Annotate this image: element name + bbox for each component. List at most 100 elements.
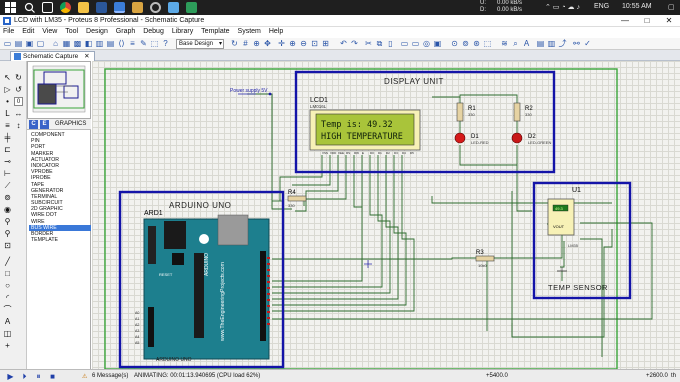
block-rotate-icon[interactable]: ◎ — [422, 39, 431, 48]
resistor-r2[interactable] — [513, 102, 521, 122]
arduino-board[interactable]: ARDUINO www.TheEngineeringProjects.com R… — [135, 214, 270, 363]
generator-icon[interactable]: ◉ — [3, 205, 12, 214]
pcb-icon[interactable]: ▩ — [73, 39, 82, 48]
copy-icon[interactable]: ⧉ — [375, 39, 384, 48]
menu-tool[interactable]: Tool — [62, 27, 81, 36]
tape-recorder-icon[interactable]: ⊚ — [3, 193, 12, 202]
zoom-area-icon[interactable]: ⊞ — [321, 39, 330, 48]
led-d2-green[interactable] — [511, 132, 523, 144]
mirror-x-icon[interactable]: ↔ — [14, 109, 23, 118]
resistor-r3[interactable] — [475, 255, 495, 262]
menu-library[interactable]: Library — [169, 27, 196, 36]
rotate-cw-icon[interactable]: ↻ — [14, 73, 23, 82]
search-tag-icon[interactable]: ⌕ — [511, 39, 520, 48]
rotate-ccw-icon[interactable]: ↺ — [14, 85, 23, 94]
tab-schematic-capture[interactable]: Schematic Capture ✕ — [10, 51, 95, 61]
menu-file[interactable]: File — [0, 27, 17, 36]
settings-icon[interactable] — [150, 2, 161, 13]
close-tab-icon[interactable]: ✕ — [84, 53, 89, 60]
proteus-icon[interactable] — [114, 2, 125, 13]
rotation-angle-field[interactable]: 0 — [14, 97, 23, 106]
edit-button[interactable]: E — [40, 120, 49, 129]
circle-icon[interactable]: ○ — [3, 281, 12, 290]
gerber-icon[interactable]: ▥ — [95, 39, 104, 48]
windows-start-icon[interactable] — [5, 2, 16, 13]
wire-label-icon[interactable]: L — [3, 109, 12, 118]
symbol-icon[interactable]: ◫ — [3, 329, 12, 338]
cut-icon[interactable]: ✂ — [364, 39, 373, 48]
search-icon[interactable] — [24, 2, 35, 13]
clock[interactable]: 10:55 AM — [622, 3, 652, 10]
subcircuit-icon[interactable]: ⊏ — [3, 145, 12, 154]
origin-icon[interactable]: ⊕ — [252, 39, 261, 48]
menu-template[interactable]: Template — [198, 27, 232, 36]
exit-parent-icon[interactable]: ⤴ — [558, 39, 567, 48]
resistor-r4[interactable] — [287, 195, 307, 202]
menu-edit[interactable]: Edit — [19, 27, 37, 36]
stop-icon[interactable]: ■ — [48, 372, 57, 381]
block-delete-icon[interactable]: ▣ — [433, 39, 442, 48]
pick-device-icon[interactable]: ⊙ — [450, 39, 459, 48]
pause-icon[interactable]: ⏸ — [34, 372, 43, 381]
block-copy-icon[interactable]: ▭ — [400, 39, 409, 48]
junction-dot-icon[interactable]: • — [3, 97, 12, 106]
step-icon[interactable]: ⏵ — [20, 372, 29, 381]
menu-graph[interactable]: Graph — [113, 27, 138, 36]
mirror-y-icon[interactable]: ↕ — [14, 121, 23, 130]
library-icon[interactable]: ⬚ — [150, 39, 159, 48]
voltage-probe-icon[interactable]: ⚲ — [3, 217, 12, 226]
report-icon[interactable]: ≡ — [128, 39, 137, 48]
save-icon[interactable]: ▣ — [25, 39, 34, 48]
folder-icon[interactable] — [132, 2, 143, 13]
new-icon[interactable]: ▭ — [3, 39, 12, 48]
zoom-out-icon[interactable]: ⊖ — [299, 39, 308, 48]
graph-icon[interactable]: ⟋ — [3, 181, 12, 190]
play-icon[interactable]: ▶ — [6, 372, 15, 381]
language-indicator[interactable]: ENG — [594, 3, 609, 10]
3d-icon[interactable]: ◧ — [84, 39, 93, 48]
bus-icon[interactable]: ╪ — [3, 133, 12, 142]
electrical-check-icon[interactable]: ✓ — [583, 39, 592, 48]
move-icon[interactable]: ✛ — [277, 39, 286, 48]
zoom-in-icon[interactable]: ⊕ — [288, 39, 297, 48]
pan-icon[interactable]: ✥ — [263, 39, 272, 48]
line-icon[interactable]: ╱ — [3, 257, 12, 266]
netlist-icon[interactable]: ⚯ — [572, 39, 581, 48]
source-code-icon[interactable]: ⟨⟩ — [117, 39, 126, 48]
marker-icon[interactable]: + — [3, 341, 12, 350]
virtual-instrument-icon[interactable]: ⊡ — [3, 241, 12, 250]
path-icon[interactable]: ⌒ — [3, 305, 12, 314]
messages-count[interactable]: 6 Message(s) — [92, 373, 128, 379]
notification-icon[interactable]: ▢ — [668, 3, 675, 11]
decompose-icon[interactable]: ⬚ — [483, 39, 492, 48]
list-item[interactable]: TEMPLATE — [29, 237, 91, 243]
help-icon[interactable]: ? — [161, 39, 170, 48]
notes-icon[interactable]: ✎ — [139, 39, 148, 48]
overview-window[interactable] — [27, 61, 91, 119]
menu-design[interactable]: Design — [83, 27, 111, 36]
close-button[interactable]: ✕ — [658, 15, 680, 27]
new-sheet-icon[interactable]: ▤ — [536, 39, 545, 48]
text-script-icon[interactable]: ≡ — [3, 121, 12, 130]
make-device-icon[interactable]: ⊚ — [461, 39, 470, 48]
lm35-sensor[interactable] — [547, 198, 575, 236]
pick-button[interactable]: C — [29, 120, 38, 129]
property-tool-icon[interactable]: A — [522, 39, 531, 48]
file-explorer-icon[interactable] — [78, 2, 89, 13]
package-icon[interactable]: ⊛ — [472, 39, 481, 48]
box-icon[interactable]: □ — [3, 269, 12, 278]
arc-icon[interactable]: ◜ — [3, 293, 12, 302]
chrome-icon[interactable] — [60, 2, 71, 13]
app-icon[interactable] — [186, 2, 197, 13]
bom-icon[interactable]: ▤ — [106, 39, 115, 48]
minimize-button[interactable]: — — [614, 15, 636, 27]
text-icon[interactable]: A — [3, 317, 12, 326]
led-d1-red[interactable] — [454, 132, 466, 144]
resistor-r1[interactable] — [456, 102, 464, 122]
close-project-icon[interactable]: ▢ — [36, 39, 45, 48]
menu-help[interactable]: Help — [266, 27, 286, 36]
grid-icon[interactable]: # — [241, 39, 250, 48]
word-icon[interactable] — [96, 2, 107, 13]
schematic-canvas[interactable]: Power supply 5V LCD1 LM016L Temp is: 49.… — [92, 61, 680, 369]
open-icon[interactable]: ▤ — [14, 39, 23, 48]
